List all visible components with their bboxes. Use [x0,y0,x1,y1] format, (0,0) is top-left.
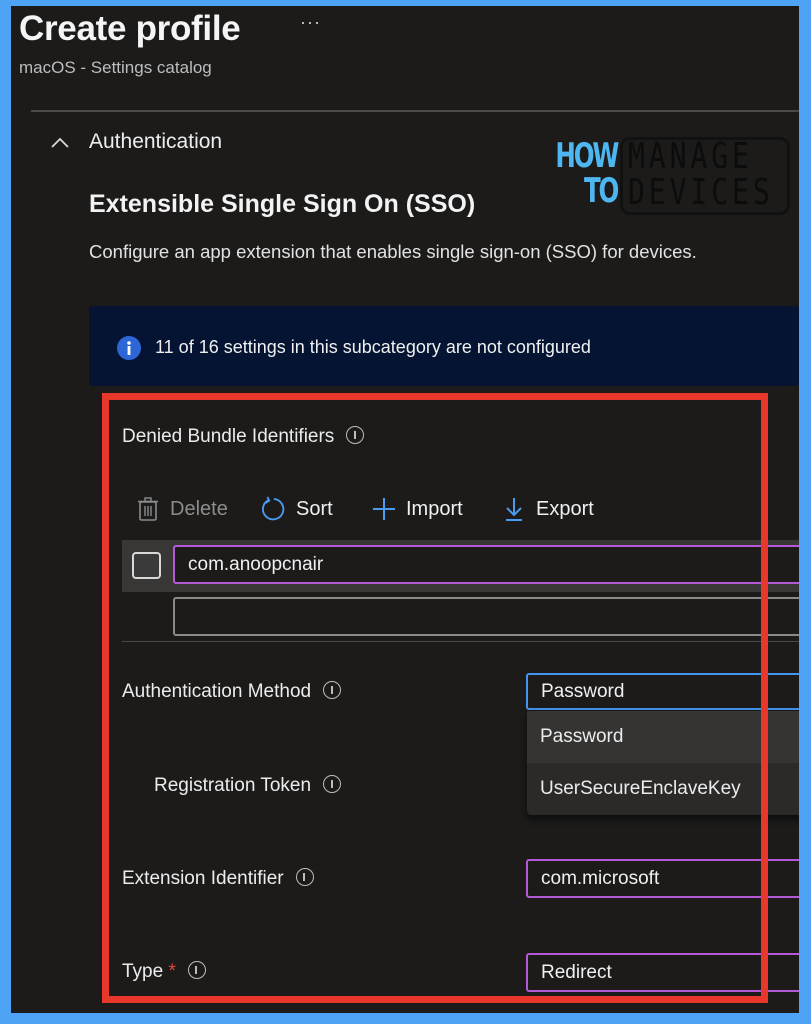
header-divider [31,110,799,112]
logo-manage-devices: MANAGE DEVICES [628,136,774,213]
authentication-method-options: Password UserSecureEnclaveKey [527,711,799,815]
bundle-identifier-new-input[interactable] [173,597,799,636]
info-tooltip-icon[interactable] [187,960,206,979]
subcategory-description: Configure an app extension that enables … [89,241,697,262]
extension-identifier-input[interactable]: com.microsoft [526,859,799,898]
plus-icon [373,498,395,520]
more-options-button[interactable]: ··· [300,12,321,33]
type-label: Type * [122,960,206,983]
info-tooltip-icon[interactable] [323,774,342,793]
chevron-up-icon[interactable] [49,132,71,154]
subcategory-title: Extensible Single Sign On (SSO) [89,190,476,218]
denied-bundle-identifiers-label: Denied Bundle Identifiers [122,425,365,448]
dropdown-option-password[interactable]: Password [527,711,799,763]
watermark-logo: HOW TO MANAGE DEVICES [538,137,790,215]
info-icon [117,336,141,360]
info-tooltip-icon[interactable] [346,425,365,444]
page-title: Create profile [19,9,241,48]
delete-button[interactable]: Delete [136,494,228,524]
info-tooltip-icon[interactable] [295,867,314,886]
info-tooltip-icon[interactable] [323,680,342,699]
bundle-identifier-input[interactable]: com.anoopcnair [173,545,799,584]
required-asterisk: * [168,961,176,982]
page-subtitle: macOS - Settings catalog [19,58,212,77]
dropdown-option-usersecureenclavekey[interactable]: UserSecureEnclaveKey [527,763,799,815]
info-banner: 11 of 16 settings in this subcategory ar… [89,306,799,386]
logo-how-to: HOW TO [555,136,619,211]
registration-token-label: Registration Token [154,774,342,797]
import-button[interactable]: Import [372,494,463,524]
authentication-method-dropdown[interactable]: Password [526,673,799,710]
type-dropdown[interactable]: Redirect [526,953,799,992]
info-banner-text: 11 of 16 settings in this subcategory ar… [155,337,591,357]
download-icon [506,498,522,521]
section-header-authentication[interactable]: Authentication [89,130,222,154]
refresh-sort-icon [262,496,285,521]
main-panel: Create profile ··· macOS - Settings cata… [11,6,799,1013]
row-checkbox[interactable] [132,552,161,579]
extension-identifier-label: Extension Identifier [122,867,314,890]
authentication-method-label: Authentication Method [122,680,342,703]
sort-button[interactable]: Sort [258,494,333,524]
trash-icon [138,497,158,521]
export-button[interactable]: Export [502,494,594,524]
list-divider [122,641,799,642]
